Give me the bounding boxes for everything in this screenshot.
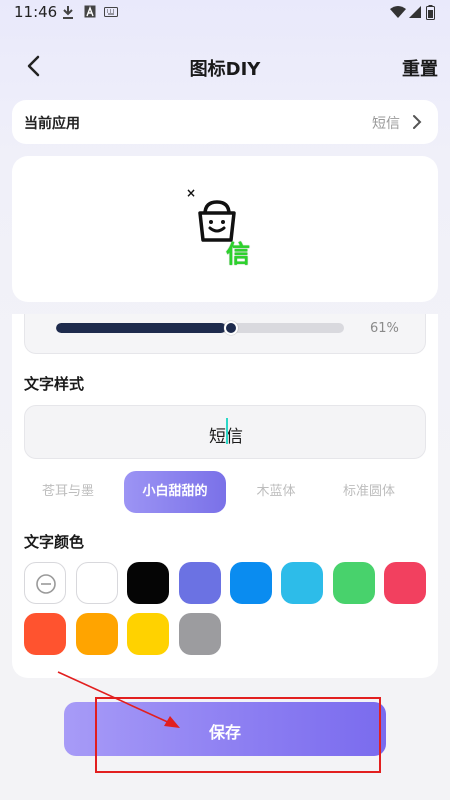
no-color-icon [36,574,56,594]
battery-icon [426,5,435,20]
color-swatch[interactable] [76,613,118,655]
size-slider-track[interactable] [56,323,344,333]
font-option[interactable]: 苍耳与墨 [28,471,108,513]
signal-icon [409,6,421,18]
chevron-right-icon [413,115,422,129]
reset-button[interactable]: 重置 [402,55,438,81]
size-slider-panel [24,314,426,354]
icon-preview-card: × 信 [12,156,438,302]
status-bar: 11:46 [0,0,450,26]
status-time: 11:46 [14,3,58,21]
current-app-label: 当前应用 [24,116,80,132]
wifi-icon [390,6,406,18]
color-swatch-none[interactable] [24,562,66,604]
color-swatch[interactable] [127,562,169,604]
text-a-icon [84,5,96,18]
text-style-preview: 短信 [24,405,426,459]
color-swatch[interactable] [179,613,221,655]
download-icon [63,6,73,19]
keyboard-icon [104,7,118,17]
save-button-label: 保存 [208,723,241,742]
text-cursor [226,418,228,444]
text-style-title: 文字样式 [24,375,85,393]
color-swatch[interactable] [333,562,375,604]
text-color-title: 文字颜色 [24,533,85,551]
color-swatch[interactable] [24,613,66,655]
current-app-value: 短信 [372,116,400,132]
size-slider-thumb[interactable] [224,321,238,335]
page-title: 图标DIY [189,59,261,80]
color-swatch[interactable] [179,562,221,604]
color-swatch[interactable] [127,613,169,655]
font-option[interactable]: 木蓝体 [242,471,310,513]
icon-overlay-text: 信 [226,240,250,268]
color-swatch[interactable] [230,562,272,604]
save-button[interactable]: 保存 [64,702,386,756]
font-option[interactable]: 标准圆体 [332,471,406,513]
current-app-row[interactable]: 当前应用 短信 [12,100,438,144]
color-swatch[interactable] [76,562,118,604]
color-swatch[interactable] [281,562,323,604]
size-slider-value: 61% [370,321,399,336]
font-option-selected[interactable]: 小白甜甜的 [124,471,226,513]
size-slider-fill [56,323,226,333]
color-swatch[interactable] [384,562,426,604]
